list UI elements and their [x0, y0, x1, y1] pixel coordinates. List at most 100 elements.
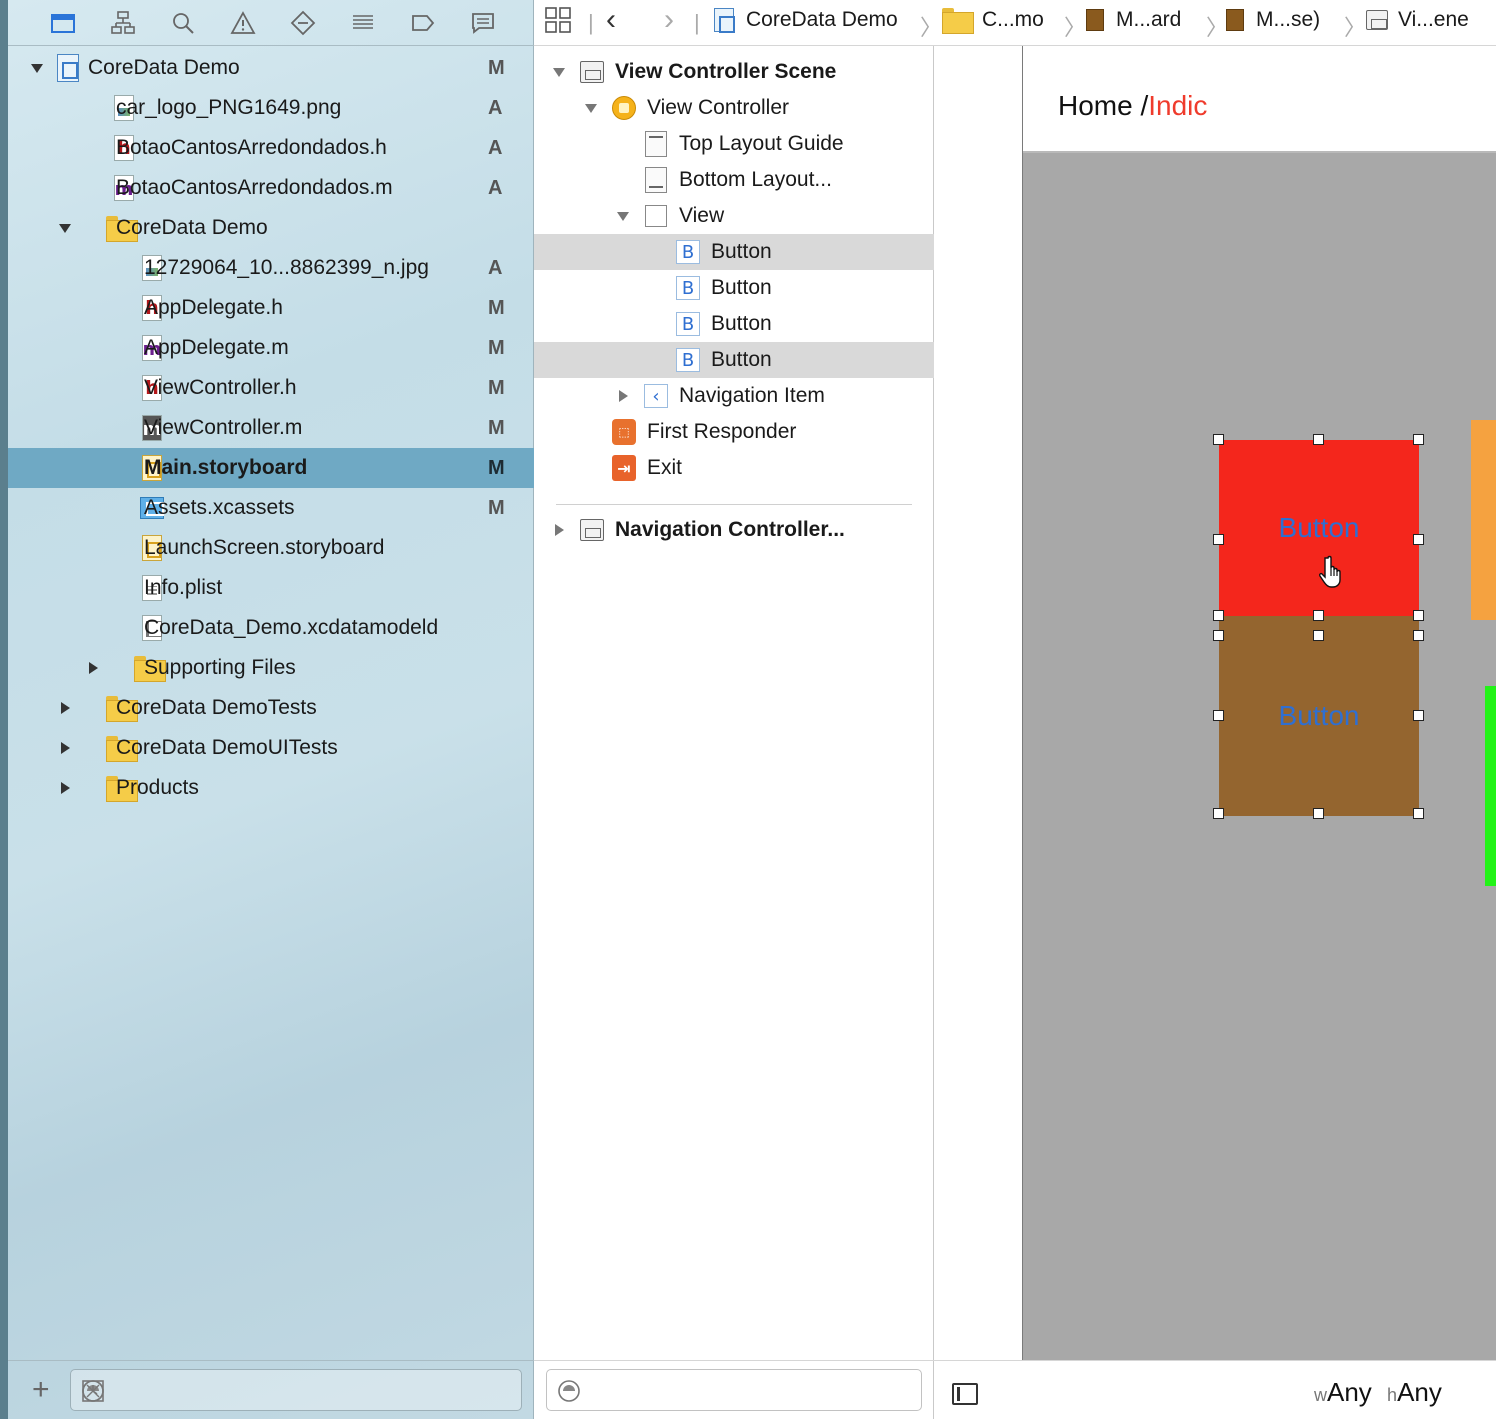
- storyboard-canvas[interactable]: Home /Indic Button Button wAny hAny: [934, 46, 1496, 1419]
- file-tree-row[interactable]: m AppDelegate.m M: [8, 328, 534, 368]
- file-tree-row[interactable]: LaunchScreen.storyboard: [8, 528, 534, 568]
- file-tree-row[interactable]: m ViewController.m M: [8, 408, 534, 448]
- warning-icon[interactable]: [228, 8, 258, 38]
- resize-handle[interactable]: [1213, 630, 1224, 641]
- test-icon[interactable]: [288, 8, 318, 38]
- crumb-scene[interactable]: Vi...ene: [1366, 0, 1469, 40]
- orange-button[interactable]: [1471, 420, 1496, 620]
- crumb-storyboard-base[interactable]: M...se): [1226, 0, 1320, 40]
- outline-filter-field[interactable]: [546, 1369, 922, 1411]
- resize-handle[interactable]: [1413, 630, 1424, 641]
- outline-item-navigation-controller-scene[interactable]: Navigation Controller...: [534, 512, 934, 548]
- file-tree-label: ViewController.h: [144, 376, 297, 399]
- source-control-filter-icon[interactable]: [81, 1379, 105, 1403]
- view-controller-frame[interactable]: Home /Indic Button Button: [1022, 46, 1496, 1360]
- resize-handle[interactable]: [1213, 710, 1224, 721]
- crumb-group[interactable]: C...mo: [942, 0, 1044, 40]
- outline-item[interactable]: View: [534, 198, 934, 234]
- back-button[interactable]: ‹: [606, 0, 616, 40]
- outline-item[interactable]: View Controller Scene: [534, 54, 934, 90]
- file-tree-row[interactable]: Info.plist: [8, 568, 534, 608]
- disclosure-closed-icon[interactable]: [56, 779, 74, 797]
- file-tree-row[interactable]: car_logo_PNG1649.png A: [8, 88, 534, 128]
- file-tree-row[interactable]: CoreData DemoTests: [8, 688, 534, 728]
- outline-item[interactable]: B Button: [534, 342, 934, 378]
- outline-label: Bottom Layout...: [679, 168, 832, 191]
- navigation-title-accent: Indic: [1148, 90, 1208, 121]
- breakpoint-icon[interactable]: [408, 8, 438, 38]
- outline-item[interactable]: ⇥ Exit: [534, 450, 934, 486]
- disclosure-closed-icon[interactable]: [56, 739, 74, 757]
- file-tree-row[interactable]: CoreData_Demo.xcdatamodeld: [8, 608, 534, 648]
- file-tree-row[interactable]: h ViewController.h M: [8, 368, 534, 408]
- resize-handle[interactable]: [1413, 808, 1424, 819]
- button-icon: B: [676, 312, 700, 336]
- disclosure-open-icon[interactable]: [550, 63, 568, 81]
- crumb-project[interactable]: CoreData Demo: [714, 0, 898, 40]
- resize-handle[interactable]: [1313, 434, 1324, 445]
- resize-handle[interactable]: [1213, 610, 1224, 621]
- resize-handle[interactable]: [1213, 808, 1224, 819]
- file-tree-row[interactable]: h BotaoCantosArredondados.h A: [8, 128, 534, 168]
- file-tree-row[interactable]: m BotaoCantosArredondados.m A: [8, 168, 534, 208]
- navigator-filter-field[interactable]: [70, 1369, 522, 1411]
- file-tree-row[interactable]: Products: [8, 768, 534, 808]
- resize-handle[interactable]: [1413, 534, 1424, 545]
- document-outline-toggle-icon[interactable]: [952, 1383, 978, 1405]
- outline-item[interactable]: Top Layout Guide: [534, 126, 934, 162]
- red-button[interactable]: Button: [1219, 440, 1419, 616]
- resize-handle[interactable]: [1313, 808, 1324, 819]
- search-icon[interactable]: [168, 8, 198, 38]
- canvas-bottom-bar: wAny hAny: [934, 1360, 1496, 1419]
- outline-item[interactable]: B Button: [534, 306, 934, 342]
- navigation-bar[interactable]: Home /Indic: [1023, 46, 1496, 153]
- crumb-storyboard[interactable]: M...ard: [1086, 0, 1181, 40]
- disclosure-closed-icon[interactable]: [550, 521, 568, 539]
- size-class-control[interactable]: wAny hAny: [1314, 1377, 1442, 1408]
- disclosure-open-icon[interactable]: [582, 99, 600, 117]
- file-tree-row[interactable]: h AppDelegate.h M: [8, 288, 534, 328]
- file-tree-row[interactable]: CoreData Demo M: [8, 48, 534, 88]
- size-class-w-value: Any: [1327, 1377, 1372, 1407]
- disclosure-closed-icon[interactable]: [614, 387, 632, 405]
- hierarchy-icon[interactable]: [108, 8, 138, 38]
- report-icon[interactable]: [468, 8, 498, 38]
- file-tree-row[interactable]: Main.storyboard M: [8, 448, 534, 488]
- brown-button[interactable]: Button: [1219, 616, 1419, 816]
- file-tree-row[interactable]: 12729064_10...8862399_n.jpg A: [8, 248, 534, 288]
- resize-handle[interactable]: [1313, 610, 1324, 621]
- outline-tree: View Controller Scene View Controller Top …: [534, 54, 934, 486]
- crumb-label: M...se): [1256, 8, 1321, 31]
- disclosure-open-icon[interactable]: [614, 207, 632, 225]
- scm-status-badge: A: [488, 96, 503, 119]
- folder-icon[interactable]: [48, 8, 78, 38]
- resize-handle[interactable]: [1413, 610, 1424, 621]
- outline-item[interactable]: ⬚ First Responder: [534, 414, 934, 450]
- outline-item[interactable]: ‹ Navigation Item: [534, 378, 934, 414]
- outline-label: Top Layout Guide: [679, 132, 844, 155]
- green-button[interactable]: [1485, 686, 1496, 886]
- file-tree-row[interactable]: Supporting Files: [8, 648, 534, 688]
- resize-handle[interactable]: [1413, 710, 1424, 721]
- disclosure-closed-icon[interactable]: [56, 699, 74, 717]
- outline-item[interactable]: View Controller: [534, 90, 934, 126]
- outline-item[interactable]: Bottom Layout...: [534, 162, 934, 198]
- forward-button[interactable]: ›: [664, 0, 674, 40]
- file-tree-row[interactable]: CoreData DemoUITests: [8, 728, 534, 768]
- outline-item[interactable]: B Button: [534, 270, 934, 306]
- resize-handle[interactable]: [1413, 434, 1424, 445]
- root-view[interactable]: Button Button: [1023, 153, 1496, 1360]
- disclosure-closed-icon[interactable]: [84, 659, 102, 677]
- add-file-button[interactable]: +: [32, 1375, 50, 1405]
- file-tree-row[interactable]: CoreData Demo: [8, 208, 534, 248]
- outline-item[interactable]: B Button: [534, 234, 934, 270]
- scm-status-badge: A: [488, 176, 503, 199]
- disclosure-open-icon[interactable]: [56, 219, 74, 237]
- debug-icon[interactable]: [348, 8, 378, 38]
- file-tree-row[interactable]: Assets.xcassets M: [8, 488, 534, 528]
- disclosure-open-icon[interactable]: [28, 59, 46, 77]
- resize-handle[interactable]: [1213, 534, 1224, 545]
- related-items-icon[interactable]: [544, 0, 572, 40]
- resize-handle[interactable]: [1213, 434, 1224, 445]
- resize-handle[interactable]: [1313, 630, 1324, 641]
